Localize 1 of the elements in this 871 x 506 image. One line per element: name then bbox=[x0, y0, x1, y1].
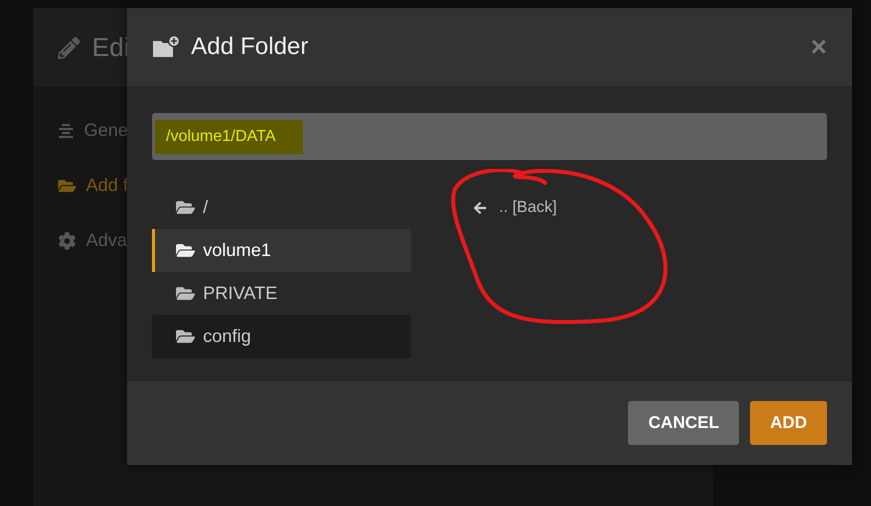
dialog-title: Add Folder bbox=[191, 33, 310, 61]
